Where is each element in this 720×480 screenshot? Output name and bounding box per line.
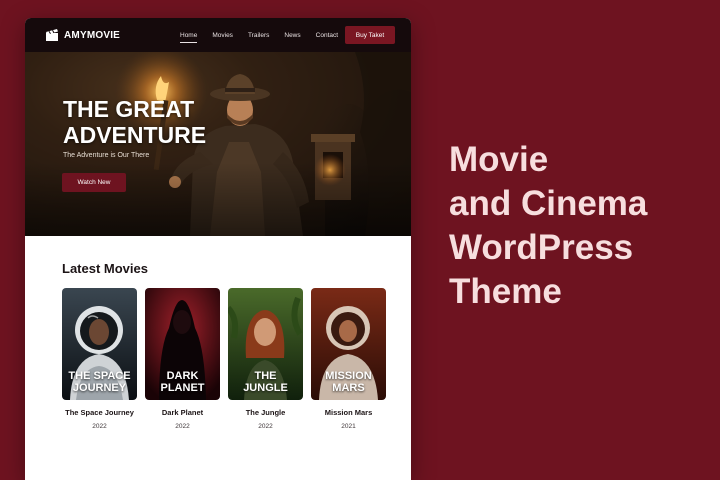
nav-item-news[interactable]: News xyxy=(284,32,300,39)
promo-line2: and Cinema xyxy=(449,184,648,223)
movie-card[interactable]: MISSION MARS Mission Mars 2021 xyxy=(311,288,386,430)
poster-title-line2: JOURNEY xyxy=(72,382,127,394)
nav-item-home[interactable]: Home xyxy=(180,32,198,43)
poster-title: MISSION MARS xyxy=(311,370,386,394)
navbar: AMYMOVIE Home Movies Trailers News Conta… xyxy=(25,18,411,52)
promo-line4: Theme xyxy=(449,272,562,311)
movie-year: 2022 xyxy=(175,423,190,430)
hero-title: THE GREAT ADVENTURE xyxy=(63,96,263,148)
poster-title-line2: PLANET xyxy=(160,382,205,394)
movie-poster[interactable]: THE SPACE JOURNEY xyxy=(62,288,137,400)
website-mockup: AMYMOVIE Home Movies Trailers News Conta… xyxy=(25,18,411,480)
movie-poster[interactable]: DARK PLANET xyxy=(145,288,220,400)
promo-line3: WordPress xyxy=(449,228,634,267)
movie-title[interactable]: The Jungle xyxy=(228,408,303,417)
nav-item-contact[interactable]: Contact xyxy=(316,32,338,39)
poster-title-line2: MARS xyxy=(332,382,365,394)
movie-year: 2021 xyxy=(341,423,356,430)
hero-title-line2: ADVENTURE xyxy=(63,122,207,148)
movie-title[interactable]: Dark Planet xyxy=(145,408,220,417)
logo[interactable]: AMYMOVIE xyxy=(45,28,120,42)
promo-headline: Movie and Cinema WordPress Theme xyxy=(449,138,709,314)
poster-title: THE JUNGLE xyxy=(228,370,303,394)
poster-title-line1: THE xyxy=(254,370,277,382)
watch-now-button[interactable]: Watch New xyxy=(62,173,126,192)
movie-title[interactable]: Mission Mars xyxy=(311,408,386,417)
film-clapper-icon xyxy=(46,29,58,41)
movie-card[interactable]: THE JUNGLE The Jungle 2022 xyxy=(228,288,303,430)
brand-name: AMYMOVIE xyxy=(64,29,121,41)
poster-title: THE SPACE JOURNEY xyxy=(62,370,137,394)
movie-year: 2022 xyxy=(258,423,273,430)
promo-line1: Movie xyxy=(449,140,549,179)
movie-poster[interactable]: MISSION MARS xyxy=(311,288,386,400)
nav-item-movies[interactable]: Movies xyxy=(212,32,233,39)
hero-title-line1: THE GREAT xyxy=(63,96,195,122)
hero-banner: THE GREAT ADVENTURE The Adventure is Our… xyxy=(25,52,411,236)
poster-title-line1: MISSION xyxy=(325,370,372,382)
poster-title-line2: JUNGLE xyxy=(243,382,288,394)
movie-year: 2022 xyxy=(92,423,107,430)
poster-title-line1: THE SPACE xyxy=(68,370,131,382)
nav-item-trailers[interactable]: Trailers xyxy=(248,32,269,39)
movie-poster[interactable]: THE JUNGLE xyxy=(228,288,303,400)
nav-menu: Home Movies Trailers News Contact xyxy=(180,18,353,52)
hero-subtitle: The Adventure is Our There xyxy=(63,152,150,159)
buy-ticket-button[interactable]: Buy Taket xyxy=(345,26,395,44)
latest-movies-heading: Latest Movies xyxy=(62,261,148,276)
movie-cards: THE SPACE JOURNEY The Space Journey 2022 xyxy=(62,288,392,438)
movie-card[interactable]: DARK PLANET Dark Planet 2022 xyxy=(145,288,220,430)
movie-title[interactable]: The Space Journey xyxy=(62,408,137,417)
poster-title-line1: DARK xyxy=(166,370,199,382)
movie-card[interactable]: THE SPACE JOURNEY The Space Journey 2022 xyxy=(62,288,137,430)
poster-title: DARK PLANET xyxy=(145,370,220,394)
